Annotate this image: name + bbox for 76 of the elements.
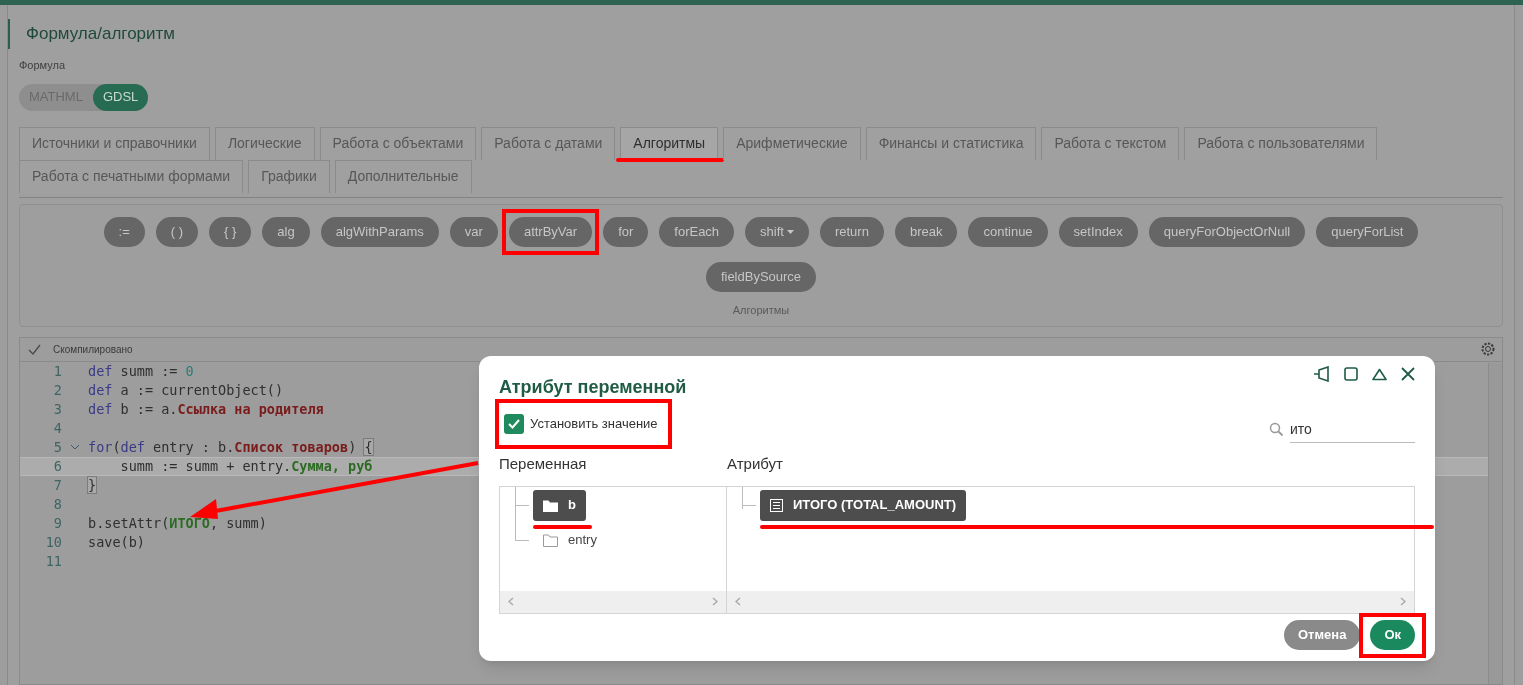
tree-item[interactable]: entry	[533, 524, 607, 556]
tab[interactable]: Работа с печатными формами	[19, 159, 244, 193]
compile-status: Скомпилировано	[53, 342, 133, 357]
code-line: def a := currentObject()	[88, 380, 284, 400]
function-button[interactable]: for	[603, 216, 649, 247]
function-button[interactable]: setIndex	[1058, 216, 1138, 247]
page-title: Формула/алгоритм	[26, 23, 175, 46]
folder-icon	[543, 533, 558, 547]
column-label: Атрибут	[727, 454, 783, 474]
mode-option[interactable]: GDSL	[92, 83, 149, 111]
function-button[interactable]: ( )	[155, 216, 199, 247]
tab[interactable]: Финансы и статистика	[865, 126, 1037, 160]
function-button[interactable]: queryForObjectOrNull	[1148, 216, 1306, 247]
function-button[interactable]: queryForList	[1316, 216, 1419, 247]
function-button[interactable]: forEach	[659, 216, 735, 247]
tab[interactable]: Графики	[248, 159, 330, 193]
function-button[interactable]: var	[449, 216, 498, 247]
checkbox-label: Установить значение	[530, 415, 658, 434]
tab[interactable]: Работа с пользователями	[1184, 126, 1378, 160]
tree-item[interactable]: ИТОГО (TOTAL_AMOUNT)	[760, 489, 967, 521]
triangle-icon[interactable]	[1372, 367, 1387, 381]
code-line: def b := a.Ссылка на родителя	[88, 399, 324, 419]
code-line: def summ := 0	[88, 361, 194, 381]
search-field[interactable]: ито	[1290, 415, 1415, 443]
dialog-title: Атрибут переменной	[499, 376, 687, 399]
settings-icon[interactable]	[1480, 341, 1496, 357]
line-number: 3	[52, 399, 62, 419]
maximize-icon[interactable]	[1344, 367, 1358, 381]
line-number: 4	[52, 418, 62, 438]
ok-button[interactable]: Ок	[1370, 619, 1415, 650]
close-icon[interactable]	[1401, 367, 1415, 381]
panel-caption: Алгоритмы	[732, 303, 790, 318]
column-label: Переменная	[499, 454, 588, 474]
check-icon	[508, 419, 520, 429]
field-label: Формула	[19, 58, 67, 73]
pin-icon[interactable]	[1313, 366, 1330, 382]
cancel-button[interactable]: Отмена	[1283, 619, 1361, 650]
tab[interactable]: Работа с текстом	[1041, 126, 1180, 160]
tab[interactable]: Арифметические	[723, 126, 861, 160]
code-line: summ := summ + entry.Сумма, руб	[119, 456, 373, 476]
line-number: 6	[52, 456, 62, 476]
line-number: 1	[52, 361, 62, 381]
function-button[interactable]: return	[819, 216, 884, 247]
search-icon	[1269, 421, 1284, 437]
code-line: for(def entry : b.Список товаров) {	[88, 437, 373, 457]
tree-item[interactable]: b	[533, 489, 586, 521]
caret-icon	[786, 229, 794, 234]
folder-icon	[543, 498, 558, 512]
code-line: save(b)	[88, 532, 145, 552]
line-number: 9	[52, 513, 62, 533]
checkbox[interactable]	[504, 414, 524, 434]
function-button[interactable]: :=	[103, 216, 145, 247]
check-icon	[28, 343, 41, 355]
function-button[interactable]: fieldBySource	[705, 261, 817, 292]
function-button[interactable]: algWithParams	[320, 216, 439, 247]
line-number: 2	[52, 380, 62, 400]
line-number: 5	[52, 437, 62, 457]
tab[interactable]: Источники и справочники	[19, 126, 210, 160]
fold-icon[interactable]	[70, 444, 80, 450]
tab[interactable]: Дополнительные	[334, 159, 472, 193]
function-button[interactable]: { }	[209, 216, 252, 247]
code-line: b.setAttr(ИТОГО, summ)	[88, 513, 267, 533]
function-button[interactable]: shift	[745, 216, 809, 247]
list-icon	[770, 498, 783, 512]
function-button[interactable]: break	[894, 216, 958, 247]
line-number: 8	[52, 494, 62, 514]
line-number: 10	[44, 532, 62, 552]
tab[interactable]: Логические	[214, 126, 315, 160]
function-button[interactable]: alg	[262, 216, 310, 247]
tab[interactable]: Алгоритмы	[620, 126, 719, 160]
tab[interactable]: Работа с датами	[481, 126, 616, 160]
line-number: 11	[44, 551, 62, 571]
function-button[interactable]: attrByVar	[508, 216, 593, 247]
function-button[interactable]: continue	[968, 216, 1048, 247]
tab[interactable]: Работа с объектами	[319, 126, 477, 160]
line-number: 7	[52, 475, 62, 495]
